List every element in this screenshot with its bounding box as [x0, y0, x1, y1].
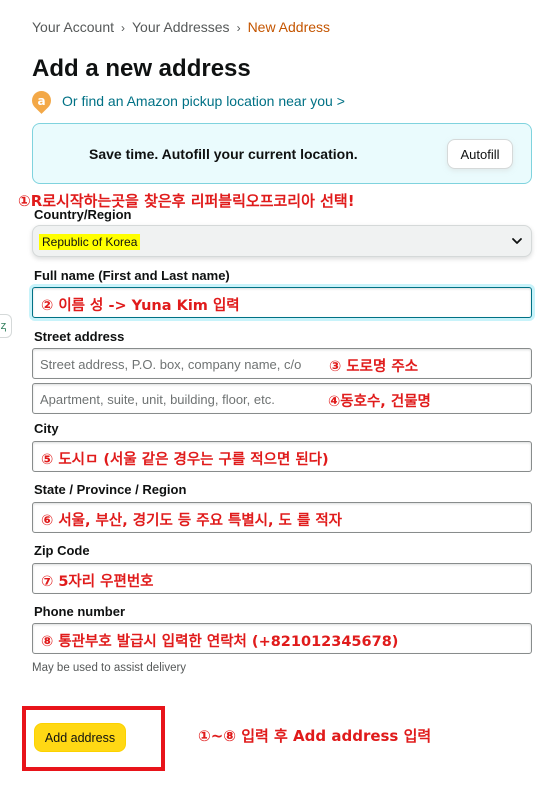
- phone-label: Phone number: [34, 604, 126, 619]
- street-label: Street address: [34, 329, 125, 344]
- annotation-street: ③ 도로명 주소: [329, 359, 419, 375]
- annotation-zip: ⑦ 5자리 우편번호: [41, 574, 154, 590]
- breadcrumb-new-address: New Address: [247, 19, 331, 35]
- page-title: Add a new address: [32, 55, 251, 82]
- phone-input[interactable]: ⑧ 통관부호 발급시 입력한 연락처 (+821012345678): [32, 623, 532, 654]
- autofill-banner: Save time. Autofill your current locatio…: [32, 123, 532, 184]
- city-label: City: [34, 421, 59, 436]
- phone-helper-text: May be used to assist delivery: [32, 662, 187, 674]
- amazon-pin-icon: a: [28, 87, 55, 114]
- breadcrumb-separator: ›: [121, 21, 125, 35]
- autofill-button[interactable]: Autofill: [447, 139, 513, 169]
- state-input[interactable]: ⑥ 서울, 부산, 경기도 등 주요 특별시, 도 를 적자: [32, 502, 532, 533]
- autofill-text: Save time. Autofill your current locatio…: [89, 146, 358, 162]
- state-label: State / Province / Region: [34, 482, 187, 497]
- breadcrumb: Your Account › Your Addresses › New Address: [32, 19, 330, 35]
- zip-label: Zip Code: [34, 543, 90, 558]
- chevron-down-icon: [512, 238, 522, 244]
- annotation-city: ⑤ 도시ㅁ (서울 같은 경우는 구를 적으면 된다): [41, 452, 329, 468]
- amazon-pin-letter: a: [37, 93, 46, 108]
- add-address-button[interactable]: Add address: [34, 723, 126, 752]
- country-select[interactable]: Republic of Korea: [32, 225, 532, 257]
- street-address-2-input[interactable]: Apartment, suite, unit, building, floor,…: [32, 383, 532, 414]
- fullname-label: Full name (First and Last name): [34, 268, 230, 283]
- breadcrumb-separator: ›: [236, 21, 241, 35]
- annotation-fullname: ② 이름 성 -> Yuna Kim 입력: [41, 298, 240, 314]
- breadcrumb-your-account[interactable]: Your Account: [32, 19, 114, 35]
- breadcrumb-your-addresses[interactable]: Your Addresses: [132, 19, 230, 35]
- fullname-input[interactable]: ② 이름 성 -> Yuna Kim 입력: [32, 287, 532, 318]
- annotation-street2: ④동호수, 건물명: [328, 394, 431, 410]
- street-address-placeholder: Street address, P.O. box, company name, …: [40, 357, 302, 372]
- side-widget-icon[interactable]: ⱬ: [0, 314, 12, 338]
- annotation-submit: ①~⑧ 입력 후 Add address 입력: [198, 727, 432, 745]
- country-select-value: Republic of Korea: [39, 234, 141, 250]
- street-address-2-placeholder: Apartment, suite, unit, building, floor,…: [40, 392, 275, 407]
- annotation-state: ⑥ 서울, 부산, 경기도 등 주요 특별시, 도 를 적자: [41, 513, 343, 529]
- country-label: Country/Region: [34, 207, 132, 222]
- street-address-input[interactable]: Street address, P.O. box, company name, …: [32, 348, 532, 379]
- zip-input[interactable]: ⑦ 5자리 우편번호: [32, 563, 532, 594]
- pickup-location-link[interactable]: Or find an Amazon pickup location near y…: [62, 93, 345, 109]
- pickup-location-row: a Or find an Amazon pickup location near…: [28, 87, 345, 114]
- annotation-phone: ⑧ 통관부호 발급시 입력한 연락처 (+821012345678): [41, 634, 399, 650]
- city-input[interactable]: ⑤ 도시ㅁ (서울 같은 경우는 구를 적으면 된다): [32, 441, 532, 472]
